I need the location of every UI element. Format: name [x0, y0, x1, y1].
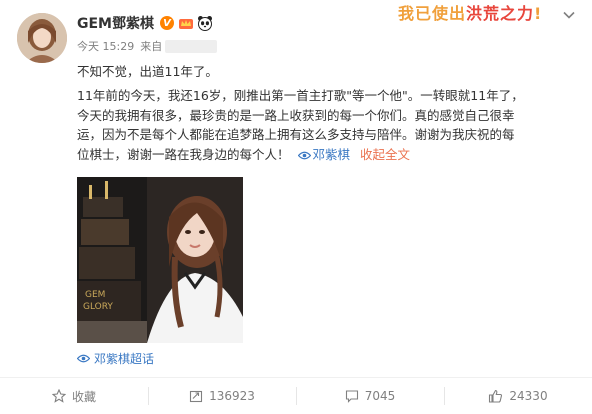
comment-icon [345, 390, 358, 403]
post-time[interactable]: 今天 15:29 [77, 38, 134, 54]
post-line-2: 今天的我拥有很多，最珍贵的是一路上收获到的每一个你们。真的感觉自己很幸 [77, 107, 515, 123]
post-line-4-row: 位棋士，谢谢一路在我身边的每个人！ 邓紫棋 收起全文 [77, 145, 410, 165]
banner-highlight: 洪荒之力 [466, 4, 535, 23]
like-count: 24330 [509, 389, 548, 403]
avatar[interactable] [17, 13, 67, 63]
post-line-3: 运，因为不是每个人都能在追梦路上拥有这么多支持与陪伴。谢谢为我庆祝的每 [77, 127, 515, 142]
eye-icon [77, 354, 90, 363]
promo-banner: 我已使出洪荒之力! [398, 0, 543, 23]
post-paragraph-1: 不知不觉，出道11年了。 [77, 64, 218, 79]
name-row: GEM鄧紫棋 V [77, 12, 213, 34]
post-meta: 今天 15:29 来自 [77, 38, 218, 54]
post-line-4: 位棋士，谢谢一路在我身边的每个人！ [77, 146, 290, 162]
svg-text:GLORY: GLORY [83, 302, 113, 312]
chevron-down-icon[interactable] [562, 8, 576, 22]
star-icon [51, 389, 66, 403]
comment-button[interactable]: 7045 [296, 378, 444, 414]
weibo-post-card: GEM鄧紫棋 V 我已使出洪荒之力! 今天 15:29 来自 不知不觉，出道11… [0, 0, 592, 413]
username[interactable]: GEM鄧紫棋 [77, 13, 154, 33]
favorite-label: 收藏 [71, 389, 96, 404]
post-line-1: 11年前的今天，我还16岁，刚推出第一首主打歌"等一个他"。一转眼就11年了， [77, 88, 524, 103]
panda-icon [198, 16, 212, 31]
source-blurred [165, 39, 218, 53]
repost-icon [190, 390, 203, 403]
favorite-button[interactable]: 收藏 [0, 378, 148, 414]
supertopic-link[interactable]: 邓紫棋超话 [77, 350, 154, 367]
like-icon [489, 389, 503, 403]
post-photo[interactable]: GEM GLORY [77, 177, 243, 343]
banner-prefix: 我已使出 [398, 4, 467, 23]
banner-suffix: ! [534, 4, 543, 23]
repost-button[interactable]: 136923 [148, 378, 296, 414]
topic-link[interactable]: 邓紫棋 [294, 147, 355, 162]
repost-count: 136923 [209, 389, 255, 403]
source-label: 来自 [140, 40, 163, 53]
like-button[interactable]: 24330 [444, 378, 592, 414]
supertopic-label: 邓紫棋超话 [94, 352, 155, 366]
collapse-link[interactable]: 收起全文 [360, 147, 410, 162]
topic-link-label: 邓紫棋 [312, 146, 351, 162]
vip-badge[interactable]: V [160, 16, 174, 30]
comment-count: 7045 [364, 389, 396, 403]
eye-icon [297, 151, 311, 159]
crown-icon [179, 19, 193, 29]
svg-text:GEM: GEM [85, 290, 105, 300]
action-bar: 收藏 136923 7045 24330 [0, 377, 592, 414]
